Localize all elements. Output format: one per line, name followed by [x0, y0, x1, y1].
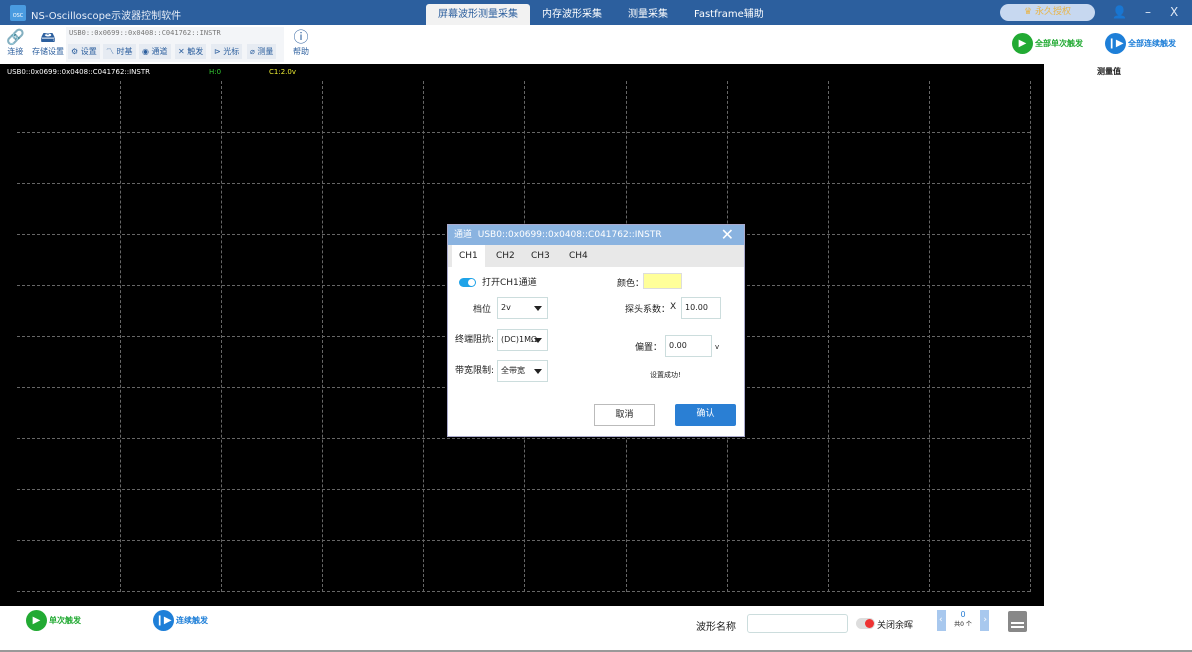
bottom-bar: ▶ 单次触发 ❙▶ 连续触发 波形名称 关闭余晖 ‹ 0 共0 个 ›	[0, 606, 1192, 652]
horizontal-position: H:0	[209, 68, 222, 76]
close-button[interactable]: X	[1170, 5, 1178, 19]
save-icon[interactable]	[1008, 611, 1027, 632]
title-bar: OSC NS-Oscilloscope示波器控制软件 屏幕波形测量采集 内存波形…	[0, 0, 1192, 25]
license-button[interactable]: ♛ 永久授权	[1000, 4, 1095, 21]
timebase-button[interactable]: 〽 时基	[103, 44, 136, 59]
app-title: NS-Oscilloscope示波器控制软件	[31, 11, 182, 22]
tab-screen-waveform[interactable]: 屏幕波形测量采集	[426, 4, 530, 25]
all-single-trigger-button[interactable]: ▶ 全部单次触发	[1012, 33, 1083, 54]
instrument-address: USB0::0x0699::0x0408::C041762::INSTR	[69, 29, 221, 37]
tab-measurement[interactable]: 测量采集	[616, 4, 680, 25]
grid-line-horizontal	[17, 540, 1030, 541]
probe-x: X	[670, 302, 677, 312]
dialog-title-bar: 通道 USB0::0x0699::0x0408::C041762::INSTR ✕	[448, 225, 744, 245]
storage-icon: 🖴	[40, 28, 56, 46]
confirm-button[interactable]: 确认	[675, 404, 736, 426]
help-button[interactable]: ⓘ 帮助	[293, 29, 309, 57]
play-icon: ▶	[1012, 33, 1033, 54]
color-swatch[interactable]	[643, 273, 682, 289]
offset-label: 偏置：	[635, 343, 663, 353]
scale-label: 档位	[473, 305, 492, 315]
tab-ch4[interactable]: CH4	[562, 245, 595, 267]
continuous-play-icon: ❙▶	[153, 610, 174, 631]
measure-button[interactable]: ⌀ 测量	[247, 44, 277, 59]
persistence-label: 关闭余晖	[877, 621, 914, 631]
impedance-label: 终端阻抗:	[455, 335, 495, 345]
cursor-button[interactable]: ⊳ 光标	[211, 44, 243, 59]
help-icon: ⓘ	[293, 28, 309, 46]
scope-instrument: USB0::0x0699::0x0408::C041762::INSTR	[7, 68, 151, 76]
crown-icon: ♛	[1024, 7, 1035, 17]
toolbar: 🔗 连接 🖴 存储设置 USB0::0x0699::0x0408::C041762:…	[0, 25, 1192, 64]
channel-dialog: 通道 USB0::0x0699::0x0408::C041762::INSTR ✕…	[447, 224, 745, 437]
user-icon[interactable]: 👤	[1112, 5, 1127, 19]
scale-select[interactable]: 2v	[497, 297, 548, 319]
probe-input[interactable]: 10.00	[681, 297, 721, 319]
color-label: 颜色：	[617, 279, 645, 289]
dialog-close-icon[interactable]: ✕	[721, 225, 734, 245]
trigger-button[interactable]: ✕ 触发	[175, 44, 207, 59]
grid-line-horizontal	[17, 489, 1030, 490]
minimize-button[interactable]: –	[1145, 5, 1151, 19]
settings-button[interactable]: ⚙ 设置	[68, 44, 100, 59]
grid-line-vertical	[1029, 81, 1031, 592]
grid-line-horizontal	[17, 438, 1030, 439]
single-trigger-button[interactable]: ▶ 单次触发	[26, 610, 81, 631]
offset-unit: v	[715, 343, 720, 351]
channel1-scale: C1:2.0v	[269, 68, 296, 76]
bandwidth-label: 带宽限制:	[455, 366, 495, 376]
grid-line-vertical	[827, 81, 829, 592]
app-logo: OSC	[10, 5, 26, 21]
tab-ch1[interactable]: CH1	[452, 245, 485, 267]
tab-ch3[interactable]: CH3	[524, 245, 557, 267]
waveform-counter: ‹ 0 共0 个 ›	[937, 610, 989, 631]
storage-settings-button[interactable]: 🖴 存储设置	[32, 29, 64, 57]
probe-label: 探头系数：	[625, 305, 671, 315]
channel-button[interactable]: ◉ 通道	[139, 44, 171, 59]
next-button[interactable]: ›	[983, 615, 987, 625]
offset-input[interactable]: 0.00	[665, 335, 712, 357]
tab-memory-waveform[interactable]: 内存波形采集	[530, 4, 614, 25]
continuous-trigger-button[interactable]: ❙▶ 连续触发	[153, 610, 208, 631]
link-icon: 🔗	[6, 28, 25, 46]
impedance-select[interactable]: (DC)1MΩ	[497, 329, 548, 351]
counter-total: 共0 个	[954, 621, 972, 628]
enable-label: 打开CH1通道	[482, 278, 537, 288]
play-icon: ▶	[26, 610, 47, 631]
wave-name-input[interactable]	[747, 614, 848, 633]
prev-button[interactable]: ‹	[939, 615, 943, 625]
wave-name-label: 波形名称	[696, 622, 736, 633]
cancel-button[interactable]: 取消	[594, 404, 655, 426]
persistence-toggle[interactable]	[856, 618, 875, 629]
bandwidth-select[interactable]: 全带宽	[497, 360, 548, 382]
status-message: 设置成功!	[650, 371, 681, 379]
connect-button[interactable]: 🔗 连接	[6, 29, 25, 57]
grid-line-vertical	[928, 81, 930, 592]
measurement-title: 测量值	[1097, 67, 1121, 76]
channel-enable-toggle[interactable]	[459, 278, 476, 287]
all-continuous-trigger-button[interactable]: ❙▶ 全部连续触发	[1105, 33, 1176, 54]
grid-line-horizontal	[17, 591, 1030, 592]
tab-ch2[interactable]: CH2	[489, 245, 522, 267]
measurement-panel: 测量值	[1044, 64, 1192, 606]
tab-fastframe[interactable]: Fastframe辅助	[682, 4, 776, 25]
instrument-group: USB0::0x0699::0x0408::C041762::INSTR ⚙ 设…	[66, 27, 284, 62]
continuous-play-icon: ❙▶	[1105, 33, 1126, 54]
counter-value: 0	[960, 610, 966, 619]
